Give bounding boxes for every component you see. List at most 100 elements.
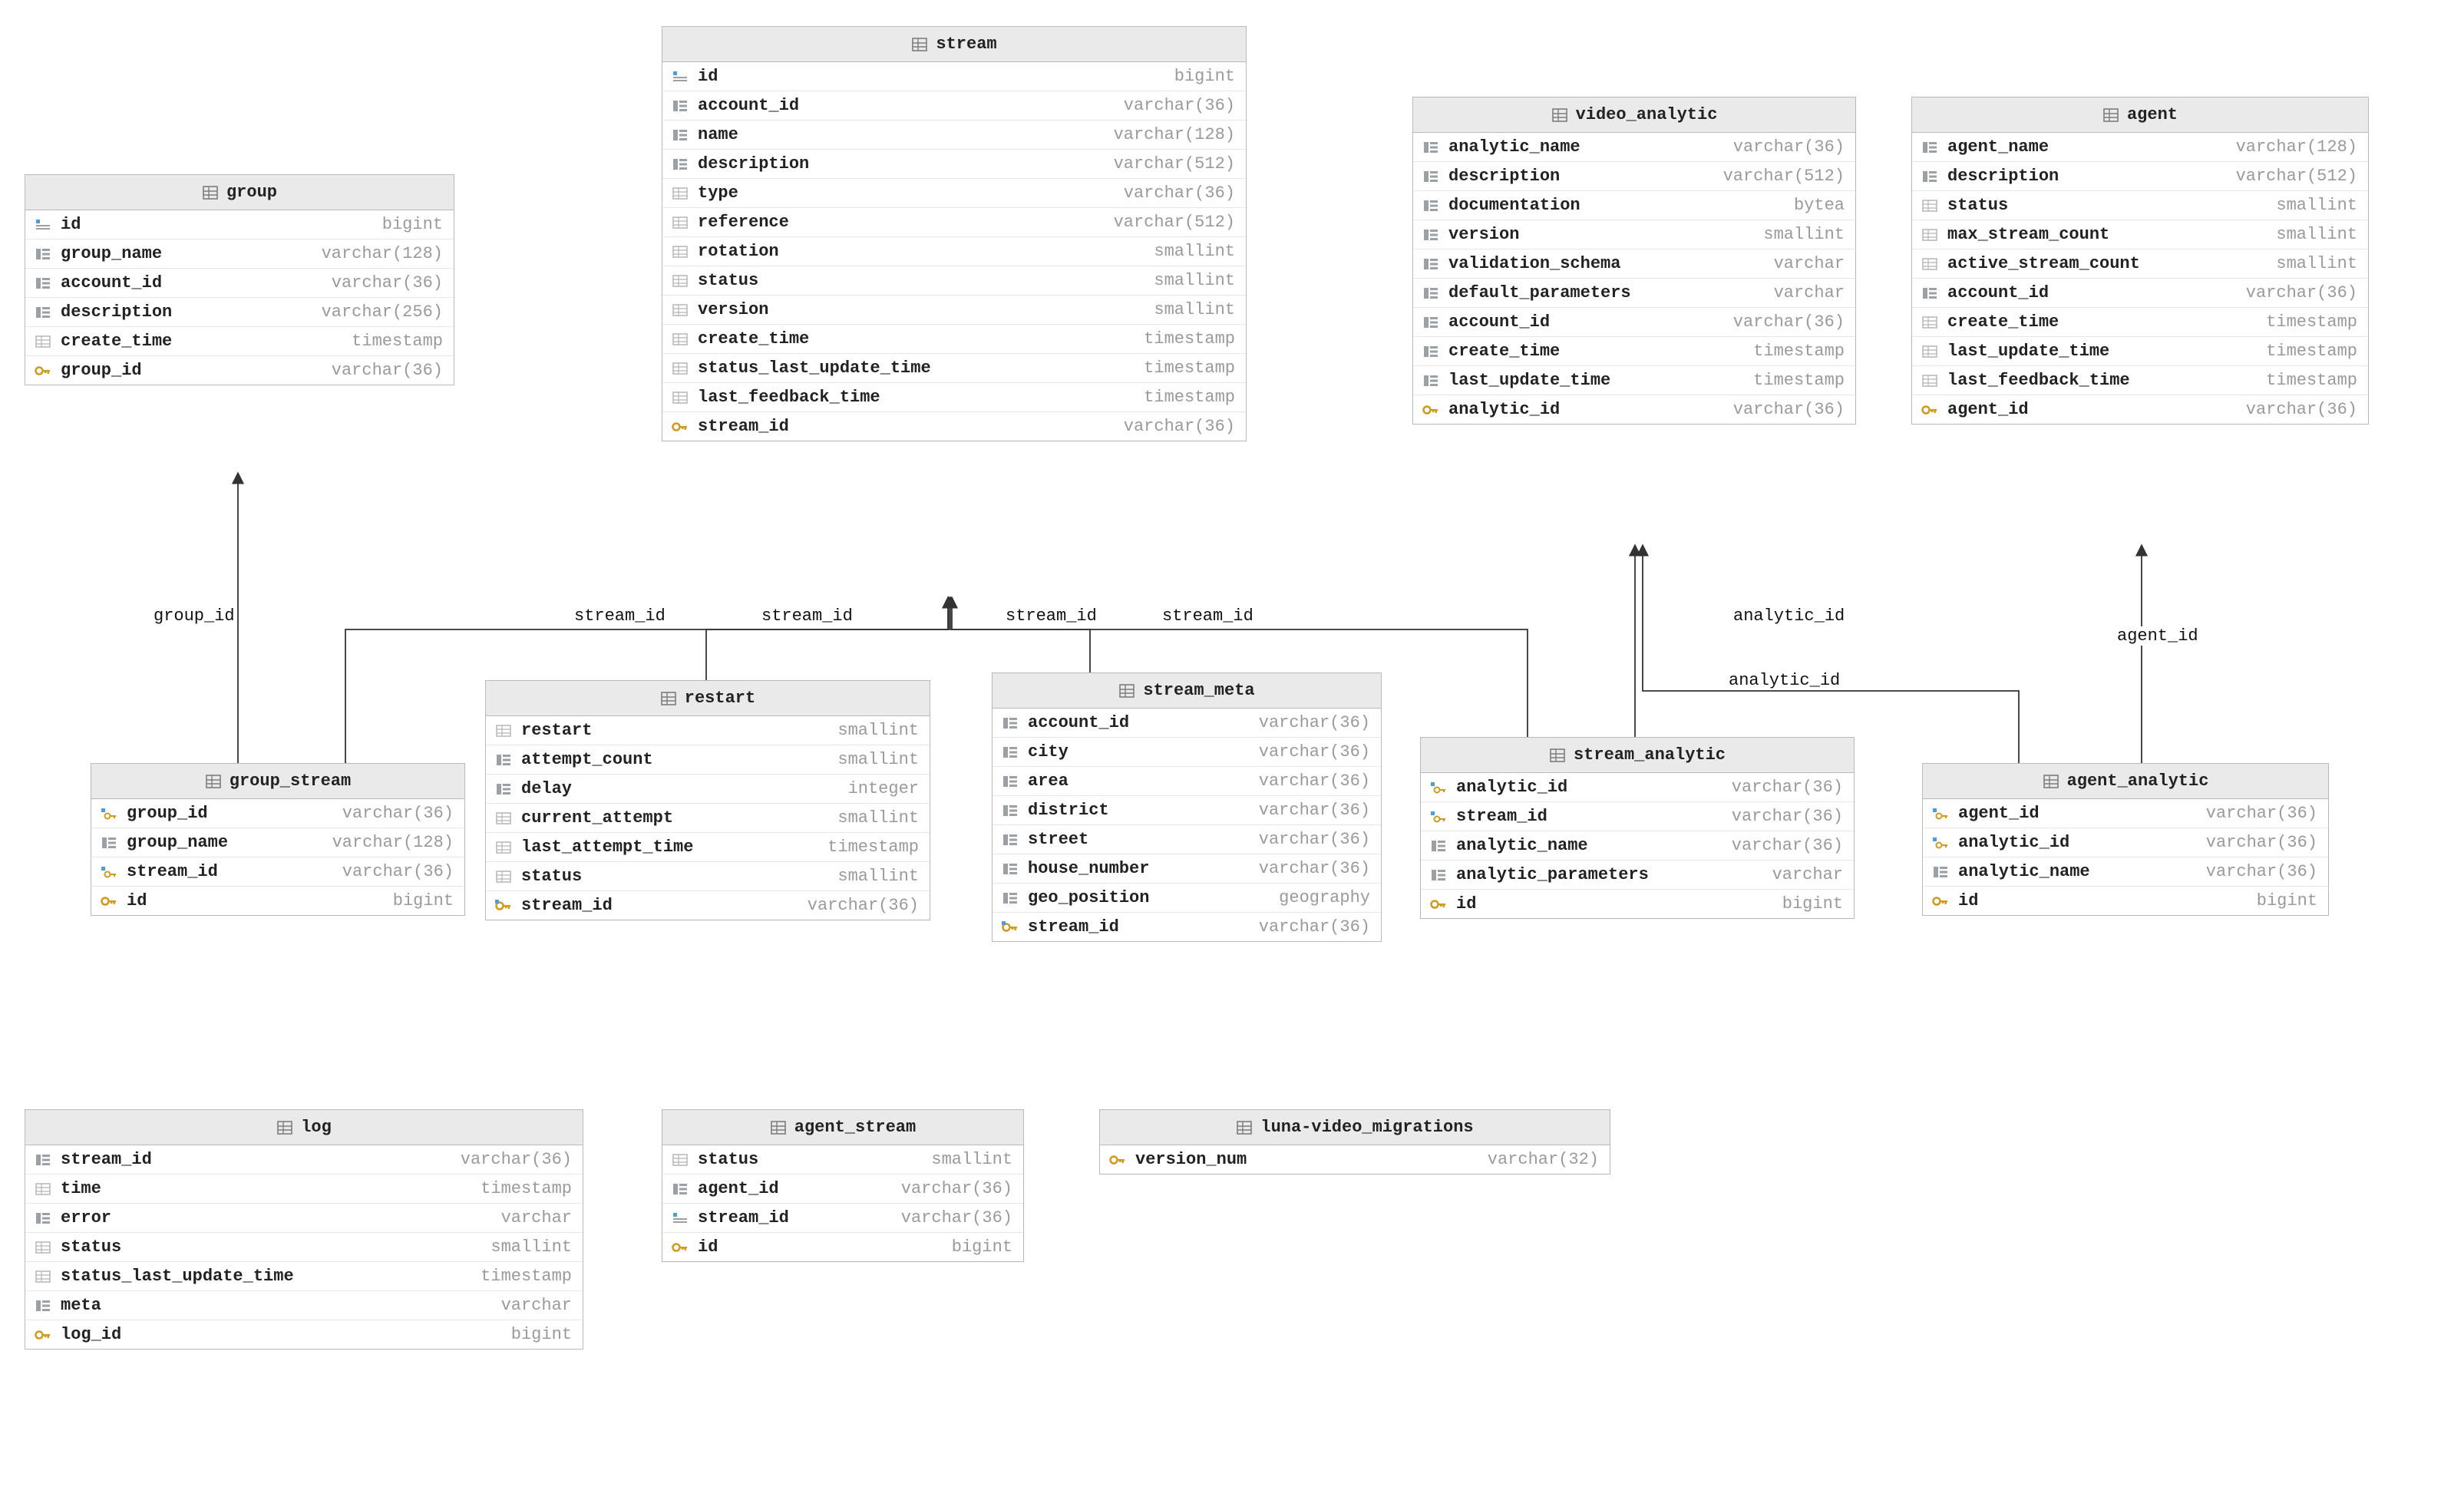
column-row: restartsmallint xyxy=(486,716,930,745)
column-name: stream_id xyxy=(698,1208,789,1227)
plain-icon xyxy=(670,1152,690,1168)
column-type: smallint xyxy=(837,808,919,828)
plain-icon xyxy=(1920,227,1940,243)
column-name: id xyxy=(1958,891,1978,910)
column-row: account_idvarchar(36) xyxy=(25,269,454,298)
column-name: house_number xyxy=(1028,859,1149,878)
table-stream: streamidbigintaccount_idvarchar(36)namev… xyxy=(662,26,1247,441)
column-name: stream_id xyxy=(698,417,789,436)
relationship-label: agent_id xyxy=(2116,626,2200,646)
column-name: attempt_count xyxy=(521,750,653,769)
column-type: varchar(512) xyxy=(1723,167,1845,186)
col-icon xyxy=(1000,774,1020,789)
plain-icon xyxy=(1920,198,1940,213)
column-row: typevarchar(36) xyxy=(662,179,1246,208)
pk-icon xyxy=(1920,402,1940,418)
column-row: stream_id varchar(36) xyxy=(662,1204,1023,1233)
column-name: status xyxy=(61,1237,121,1257)
column-row: analytic_idvarchar(36) xyxy=(1923,828,2328,857)
column-name: meta xyxy=(61,1296,101,1315)
column-row: last_feedback_time timestamp xyxy=(1912,366,2368,395)
relationship-label: stream_id xyxy=(1161,606,1255,626)
column-type: varchar(36) xyxy=(1259,771,1370,791)
column-name: last_feedback_time xyxy=(698,388,880,407)
column-type: varchar(128) xyxy=(1114,125,1235,144)
fk-pk-icon xyxy=(1000,920,1020,935)
plain-icon xyxy=(1920,315,1940,330)
plain-icon xyxy=(494,723,514,738)
column-type: bigint xyxy=(393,891,454,910)
table-title: restart xyxy=(685,689,755,708)
col-icon xyxy=(1421,140,1441,155)
column-row: idbigint xyxy=(662,1233,1023,1261)
column-type: varchar(36) xyxy=(901,1208,1012,1227)
col-icon xyxy=(33,1298,53,1313)
column-type: timestamp xyxy=(1144,358,1235,378)
column-row: active_stream_countsmallint xyxy=(1912,249,2368,279)
col-icon xyxy=(494,781,514,797)
column-type: varchar(36) xyxy=(342,804,454,823)
column-name: last_feedback_time xyxy=(1947,371,2130,390)
column-row: stream_idvarchar(36) xyxy=(993,913,1381,941)
column-name: id xyxy=(1456,894,1476,914)
fk-key-icon xyxy=(99,864,119,880)
table-header: stream_meta xyxy=(993,673,1381,709)
pk-icon xyxy=(1108,1152,1128,1168)
table-title: luna-video_migrations xyxy=(1260,1118,1473,1137)
column-type: timestamp xyxy=(2266,371,2357,390)
plain-icon xyxy=(670,273,690,289)
plain-icon xyxy=(33,1240,53,1255)
column-type: smallint xyxy=(837,721,919,740)
table-agent_analytic: agent_analyticagent_idvarchar(36)analyti… xyxy=(1922,763,2329,916)
column-name: stream_id xyxy=(1456,807,1547,826)
pk-icon xyxy=(1421,402,1441,418)
column-row: descriptionvarchar(512) xyxy=(1413,162,1855,191)
column-row: agent_idvarchar(36) xyxy=(662,1175,1023,1204)
relationship-label: stream_id xyxy=(1004,606,1098,626)
column-type: timestamp xyxy=(827,838,919,857)
column-row: stream_idvarchar(36) xyxy=(486,891,930,920)
table-icon xyxy=(911,37,928,52)
col-icon xyxy=(1429,867,1448,883)
plain-icon xyxy=(670,215,690,230)
column-type: varchar(36) xyxy=(1124,417,1235,436)
column-name: analytic_id xyxy=(1456,778,1567,797)
table-agent_stream: agent_streamstatussmallintagent_idvarcha… xyxy=(662,1109,1024,1262)
column-row: analytic_idvarchar(36) xyxy=(1413,395,1855,424)
plain-icon xyxy=(670,390,690,405)
column-name: delay xyxy=(521,779,572,798)
column-row: agent_namevarchar(128) xyxy=(1912,133,2368,162)
table-icon xyxy=(1551,107,1568,123)
column-type: smallint xyxy=(1154,300,1235,319)
column-type: timestamp xyxy=(1753,371,1845,390)
column-name: status xyxy=(698,271,758,290)
table-icon xyxy=(1236,1120,1253,1135)
column-name: description xyxy=(698,154,809,173)
col-icon xyxy=(494,752,514,768)
col-icon xyxy=(1000,832,1020,847)
pk-icon xyxy=(99,894,119,909)
column-type: varchar xyxy=(501,1208,572,1227)
column-row: max_stream_countsmallint xyxy=(1912,220,2368,249)
table-stream_analytic: stream_analyticanalytic_idvarchar(36)str… xyxy=(1420,737,1855,919)
column-type: varchar(36) xyxy=(1259,830,1370,849)
column-name: reference xyxy=(698,213,789,232)
column-row: cityvarchar(36) xyxy=(993,738,1381,767)
column-name: default_parameters xyxy=(1448,283,1631,302)
table-icon xyxy=(2043,774,2059,789)
column-row: attempt_countsmallint xyxy=(486,745,930,775)
column-type: bigint xyxy=(1174,67,1235,86)
relationship-label: analytic_id xyxy=(1732,606,1846,626)
column-name: analytic_id xyxy=(1958,833,2069,852)
column-row: analytic_namevarchar(36) xyxy=(1421,831,1854,861)
column-row: agent_idvarchar(36) xyxy=(1912,395,2368,424)
column-type: bigint xyxy=(511,1325,572,1344)
column-type: varchar(128) xyxy=(322,244,443,263)
column-type: smallint xyxy=(490,1237,572,1257)
plain-icon xyxy=(33,1269,53,1284)
col-icon xyxy=(670,127,690,143)
column-name: district xyxy=(1028,801,1109,820)
table-header: stream xyxy=(662,27,1246,62)
column-row: default_parametersvarchar xyxy=(1413,279,1855,308)
column-name: create_time xyxy=(698,329,809,349)
